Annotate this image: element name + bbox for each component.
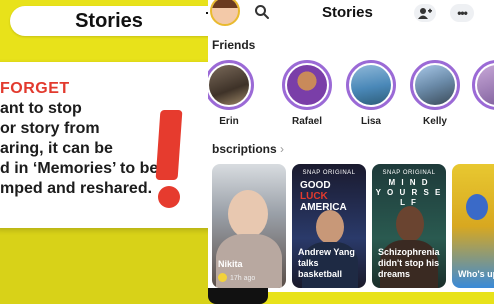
story-ring bbox=[346, 60, 396, 110]
stories-callout-label: Stories bbox=[75, 9, 143, 32]
tile-top-label: SNAP ORIGINAL bbox=[302, 170, 356, 176]
top-bar: Stories ••• bbox=[208, 0, 494, 30]
tip-line: mped and reshared. bbox=[0, 180, 153, 197]
exclamation-icon bbox=[155, 110, 183, 180]
tile-caption: Nikita bbox=[218, 259, 243, 269]
add-friend-icon bbox=[418, 8, 432, 19]
stories-callout: Stories bbox=[10, 6, 238, 36]
tile-top-label: SNAP ORIGINAL bbox=[382, 170, 436, 176]
background-panel bbox=[0, 220, 230, 304]
friend-story-rafael[interactable]: Rafael bbox=[280, 60, 334, 127]
tip-line: or story from bbox=[0, 120, 100, 137]
tip-title: FORGET bbox=[0, 80, 70, 97]
search-icon[interactable] bbox=[254, 4, 270, 20]
more-options-button[interactable]: ••• bbox=[450, 4, 474, 22]
exclamation-dot-icon bbox=[158, 186, 180, 208]
tip-line: ant to stop bbox=[0, 100, 82, 117]
friend-name: Kelly bbox=[423, 116, 447, 127]
friend-story-kelly[interactable]: Kelly bbox=[408, 60, 462, 127]
story-tile-good-luck-america[interactable]: SNAP ORIGINAL GOOD LUCK AMERICA Andrew Y… bbox=[292, 164, 366, 288]
tip-line: d in ‘Memories’ to be bbox=[0, 160, 159, 177]
page-title: Stories bbox=[322, 4, 373, 21]
tile-show-title: M I N DY O U R S E L F bbox=[375, 178, 443, 207]
story-ring bbox=[410, 60, 460, 110]
friend-story-lisa[interactable]: Lisa bbox=[344, 60, 398, 127]
story-ring bbox=[208, 60, 254, 110]
phone-bezel bbox=[208, 288, 268, 304]
subscriptions-heading[interactable]: bscriptions › bbox=[212, 142, 284, 156]
tile-show-title: GOOD LUCK AMERICA bbox=[300, 180, 347, 213]
friend-story-partial[interactable] bbox=[470, 60, 494, 110]
phone-screen: Stories ••• Friends Erin Rafael Lisa Kel… bbox=[208, 0, 494, 292]
title-line: GOOD bbox=[300, 180, 331, 191]
tile-caption: Who's up to s bbox=[458, 269, 494, 279]
tile-caption: Andrew Yang talks basketball bbox=[298, 247, 355, 279]
tip-card: FORGET ant to stop or story from aring, … bbox=[0, 62, 222, 228]
tile-caption: Schizophrenia didn't stop his dreams bbox=[378, 247, 440, 279]
friend-name: Erin bbox=[219, 116, 239, 127]
title-line: LUCK bbox=[300, 191, 328, 202]
badge-icon bbox=[218, 273, 227, 282]
friend-story-erin[interactable]: Erin bbox=[208, 60, 256, 127]
friend-name: Lisa bbox=[360, 116, 381, 127]
story-tile-nikita[interactable]: Nikita 17h ago bbox=[212, 164, 286, 288]
friend-name: Rafael bbox=[291, 116, 322, 127]
tile-meta: 17h ago bbox=[230, 275, 256, 282]
story-ring bbox=[282, 60, 332, 110]
subscriptions-label: bscriptions bbox=[212, 142, 277, 156]
story-tile-mind-yourself[interactable]: SNAP ORIGINAL M I N DY O U R S E L F Sch… bbox=[372, 164, 446, 288]
chevron-right-icon: › bbox=[280, 142, 285, 156]
bitmoji-avatar[interactable] bbox=[210, 0, 240, 26]
tip-line: aring, it can be bbox=[0, 140, 113, 157]
story-ring bbox=[472, 60, 494, 110]
add-friend-button[interactable] bbox=[414, 4, 436, 22]
story-tile-partial[interactable]: Who's up to s bbox=[452, 164, 494, 288]
friends-heading: Friends bbox=[212, 38, 256, 52]
